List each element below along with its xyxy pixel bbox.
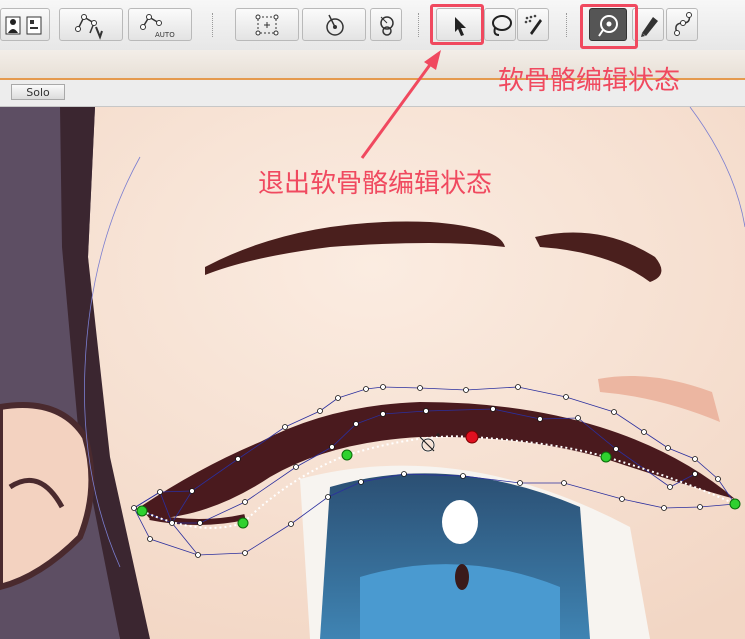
- annotation-soft-bone-edit: 软骨骼编辑状态: [498, 66, 681, 96]
- annotation-exit-soft-bone: 退出软骨骼编辑状态: [258, 169, 493, 199]
